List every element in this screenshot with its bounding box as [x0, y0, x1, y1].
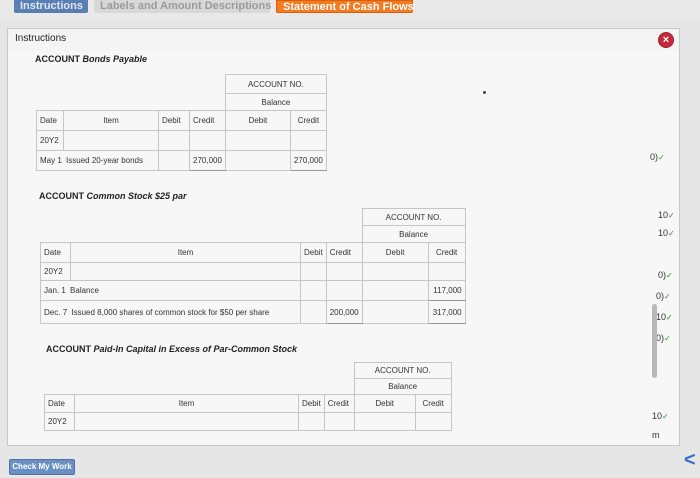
feedback-mark: 0)✓: [656, 291, 671, 301]
debit-header: Debit: [298, 394, 325, 413]
balance-credit-cell: 117,000: [427, 280, 466, 301]
balance-debit-header: Debit: [353, 394, 416, 413]
tab-instructions[interactable]: Instructions: [14, 0, 88, 13]
account-name: Paid-In Capital in Excess of Par-Common …: [93, 344, 298, 354]
date-item-cell: Jan. 1 Balance: [40, 280, 301, 301]
item-header: Item: [70, 242, 301, 263]
debit-cell: [300, 280, 327, 301]
balance-header: Balance: [361, 225, 466, 243]
debit-cell: [158, 150, 190, 171]
feedback-mark: m: [652, 430, 660, 440]
balance-credit-cell: 270,000: [289, 150, 327, 171]
year-cell: 20Y2: [40, 262, 71, 281]
ledger-row: May 1 Issued 20-year bonds 270,000 270,0…: [36, 150, 327, 171]
year-cell: 20Y2: [44, 412, 75, 431]
date-header: Date: [36, 110, 64, 131]
account-title-paid-in-capital: ACCOUNT Paid-In Capital in Excess of Par…: [46, 344, 297, 354]
balance-debit-cell: [224, 150, 291, 171]
balance-header: Balance: [353, 378, 452, 395]
ledger-row: Dec. 7 Issued 8,000 shares of common sto…: [40, 300, 466, 324]
balance-debit-header: Debit: [224, 110, 291, 131]
account-no-label: ACCOUNT NO.: [353, 362, 452, 379]
credit-header: Credit: [189, 110, 226, 131]
credit-cell: 270,000: [189, 150, 226, 171]
tab-bar: Instructions Labels and Amount Descripti…: [0, 0, 700, 18]
credit-header: Credit: [323, 394, 355, 413]
feedback-mark: 10✓: [658, 210, 675, 220]
item-text: Issued 8,000 shares of common stock for …: [71, 307, 270, 317]
stray-dot: [483, 91, 486, 94]
balance-credit-header: Credit: [414, 394, 452, 413]
tab-labels-and-amount-descriptions[interactable]: Labels and Amount Descriptions: [94, 0, 271, 13]
account-prefix: ACCOUNT: [46, 344, 91, 354]
account-name: Common Stock $25 par: [86, 191, 187, 201]
credit-cell: [325, 280, 363, 301]
account-prefix: ACCOUNT: [35, 54, 80, 64]
ledger-bonds-payable: ACCOUNT NO. Balance Date Item Debit Cred…: [36, 74, 327, 171]
feedback-mark: 0)✓: [650, 152, 665, 162]
balance-header: Balance: [224, 93, 327, 111]
balance-credit-cell: 317,000: [427, 300, 466, 324]
balance-credit-header: Credit: [427, 242, 466, 263]
ledger-paid-in-capital: ACCOUNT NO. Balance Date Item Debit Cred…: [44, 362, 452, 431]
credit-header: Credit: [325, 242, 363, 263]
ledger-common-stock: ACCOUNT NO. Balance Date Item Debit Cred…: [40, 208, 466, 324]
balance-credit-header: Credit: [289, 110, 327, 131]
account-title-bonds-payable: ACCOUNT Bonds Payable: [35, 54, 147, 64]
feedback-mark: 10✓: [652, 411, 669, 421]
date-header: Date: [40, 242, 71, 263]
item-header: Item: [63, 110, 159, 131]
feedback-mark: 0)✓: [656, 333, 671, 343]
debit-header: Debit: [158, 110, 190, 131]
instructions-panel: Instructions × ACCOUNT Bonds Payable ACC…: [7, 28, 680, 446]
item-text: Issued 20-year bonds: [66, 156, 143, 165]
debit-cell: [300, 300, 327, 324]
date-item-cell: Dec. 7 Issued 8,000 shares of common sto…: [40, 300, 301, 324]
check-my-work-button[interactable]: Check My Work: [9, 459, 75, 475]
credit-cell: 200,000: [325, 300, 363, 324]
panel-content: ACCOUNT Bonds Payable ACCOUNT NO. Balanc…: [8, 51, 679, 445]
account-prefix: ACCOUNT: [39, 191, 84, 201]
tab-statement-of-cash-flows[interactable]: Statement of Cash Flows: [276, 0, 414, 13]
item-header: Item: [74, 394, 299, 413]
close-icon[interactable]: ×: [658, 32, 674, 48]
balance-debit-cell: [361, 280, 429, 301]
feedback-mark: 0)✓: [658, 270, 673, 280]
back-arrow-icon[interactable]: <: [684, 449, 696, 472]
account-no-label: ACCOUNT NO.: [361, 208, 466, 226]
year-cell: 20Y2: [36, 130, 64, 151]
panel-title: Instructions: [15, 33, 67, 44]
feedback-mark: 10✓: [656, 312, 673, 322]
account-name: Bonds Payable: [82, 54, 148, 64]
balance-debit-header: Debit: [361, 242, 429, 263]
date-header: Date: [44, 394, 75, 413]
feedback-mark: 10✓: [658, 228, 675, 238]
feedback-gutter: 0)✓ 10✓ 10✓ 0)✓ 0)✓ 10✓ 0)✓ 10✓ m: [650, 140, 700, 440]
date-item-cell: May 1 Issued 20-year bonds: [36, 150, 159, 171]
debit-header: Debit: [300, 242, 327, 263]
scrollbar-thumb[interactable]: [652, 304, 657, 378]
account-title-common-stock: ACCOUNT Common Stock $25 par: [39, 191, 187, 201]
item-text: Balance: [70, 286, 99, 295]
balance-debit-cell: [361, 300, 429, 324]
account-no-label: ACCOUNT NO.: [224, 74, 327, 94]
ledger-row: Jan. 1 Balance 117,000: [40, 280, 466, 301]
